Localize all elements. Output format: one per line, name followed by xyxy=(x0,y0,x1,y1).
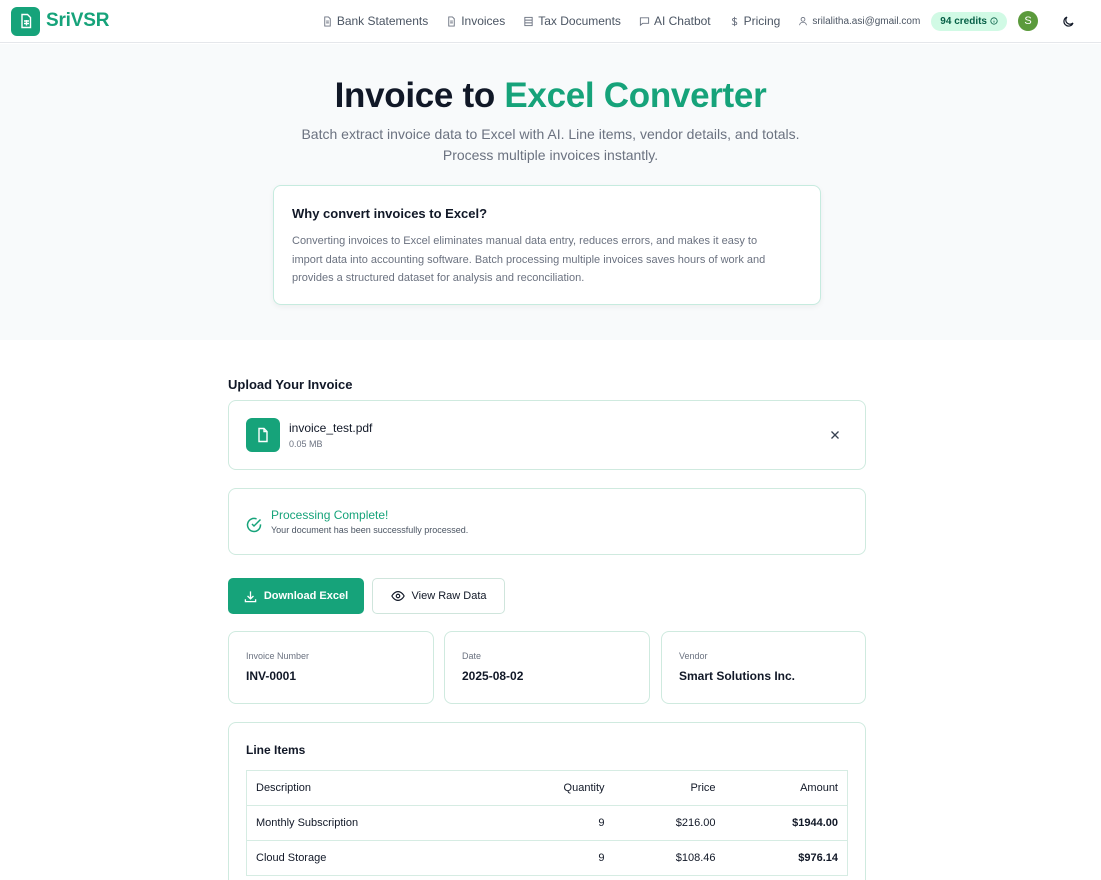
dollar-icon xyxy=(731,16,737,26)
nav-tax-documents[interactable]: Tax Documents xyxy=(523,14,621,28)
theme-toggle-button[interactable] xyxy=(1060,13,1076,29)
chat-icon xyxy=(639,16,650,26)
page-subtitle: Batch extract invoice data to Excel with… xyxy=(301,126,800,163)
line-items-table: Description Quantity Price Amount Monthl… xyxy=(246,770,848,876)
top-nav: SriVSR Bank Statements Invoices Tax Docu… xyxy=(0,0,1101,43)
avatar[interactable]: S xyxy=(1018,11,1038,31)
col-description: Description xyxy=(246,770,497,806)
invoice-date: 2025-08-02 xyxy=(462,669,524,683)
nav-ai-chatbot[interactable]: AI Chatbot xyxy=(639,14,711,28)
table-header-row: Description Quantity Price Amount xyxy=(246,770,848,806)
table-row: Cloud Storage 9 $108.46 $976.14 xyxy=(246,840,848,876)
table-icon xyxy=(524,16,533,26)
nav-bank-statements[interactable]: Bank Statements xyxy=(322,14,428,28)
view-raw-data-button[interactable]: View Raw Data xyxy=(372,578,505,614)
credits-badge[interactable]: 94 credits xyxy=(931,11,1007,31)
upload-section-title: Upload Your Invoice xyxy=(228,377,353,392)
vendor-card: Vendor Smart Solutions Inc. xyxy=(661,631,866,704)
file-icon xyxy=(246,418,280,452)
why-convert-card: Why convert invoices to Excel? Convertin… xyxy=(273,185,821,305)
file-size: 0.05 MB xyxy=(289,439,323,449)
line-items-card: Line Items Description Quantity Price Am… xyxy=(228,722,866,880)
download-icon xyxy=(244,590,257,602)
col-quantity: Quantity xyxy=(496,770,614,806)
page-title: Invoice to Excel Converter xyxy=(334,76,767,115)
user-menu[interactable]: srilalitha.asi@gmail.com xyxy=(798,16,920,27)
file-name: invoice_test.pdf xyxy=(289,421,373,435)
nav-pricing[interactable]: Pricing xyxy=(729,14,780,28)
info-icon xyxy=(990,17,998,25)
moon-icon xyxy=(1062,15,1074,27)
status-title: Processing Complete! xyxy=(271,508,389,522)
document-icon xyxy=(324,15,331,27)
uploaded-file-card: invoice_test.pdf 0.05 MB xyxy=(228,400,866,470)
download-excel-button[interactable]: Download Excel xyxy=(228,578,364,614)
invoice-number-card: Invoice Number INV-0001 xyxy=(228,631,434,704)
close-icon xyxy=(831,431,839,439)
spreadsheet-logo-icon xyxy=(11,6,40,36)
check-circle-icon xyxy=(246,517,262,532)
line-items-title: Line Items xyxy=(246,743,306,757)
nav-invoices[interactable]: Invoices xyxy=(446,14,505,28)
document-icon xyxy=(448,15,455,27)
eye-icon xyxy=(390,591,405,601)
invoice-number: INV-0001 xyxy=(246,669,297,683)
col-price: Price xyxy=(613,770,725,806)
why-convert-text: Converting invoices to Excel eliminates … xyxy=(292,235,766,284)
remove-file-button[interactable] xyxy=(827,427,843,443)
why-convert-title: Why convert invoices to Excel? xyxy=(292,206,488,221)
user-icon xyxy=(799,17,808,26)
brand[interactable]: SriVSR xyxy=(11,6,110,36)
col-amount: Amount xyxy=(724,770,848,806)
user-email: srilalitha.asi@gmail.com xyxy=(812,15,921,27)
status-description: Your document has been successfully proc… xyxy=(271,525,469,535)
table-row: Monthly Subscription 9 $216.00 $1944.00 xyxy=(246,805,848,841)
vendor-name: Smart Solutions Inc. xyxy=(679,669,796,683)
processing-status-card: Processing Complete! Your document has b… xyxy=(228,488,866,555)
invoice-date-card: Date 2025-08-02 xyxy=(444,631,650,704)
brand-name: SriVSR xyxy=(46,10,110,31)
